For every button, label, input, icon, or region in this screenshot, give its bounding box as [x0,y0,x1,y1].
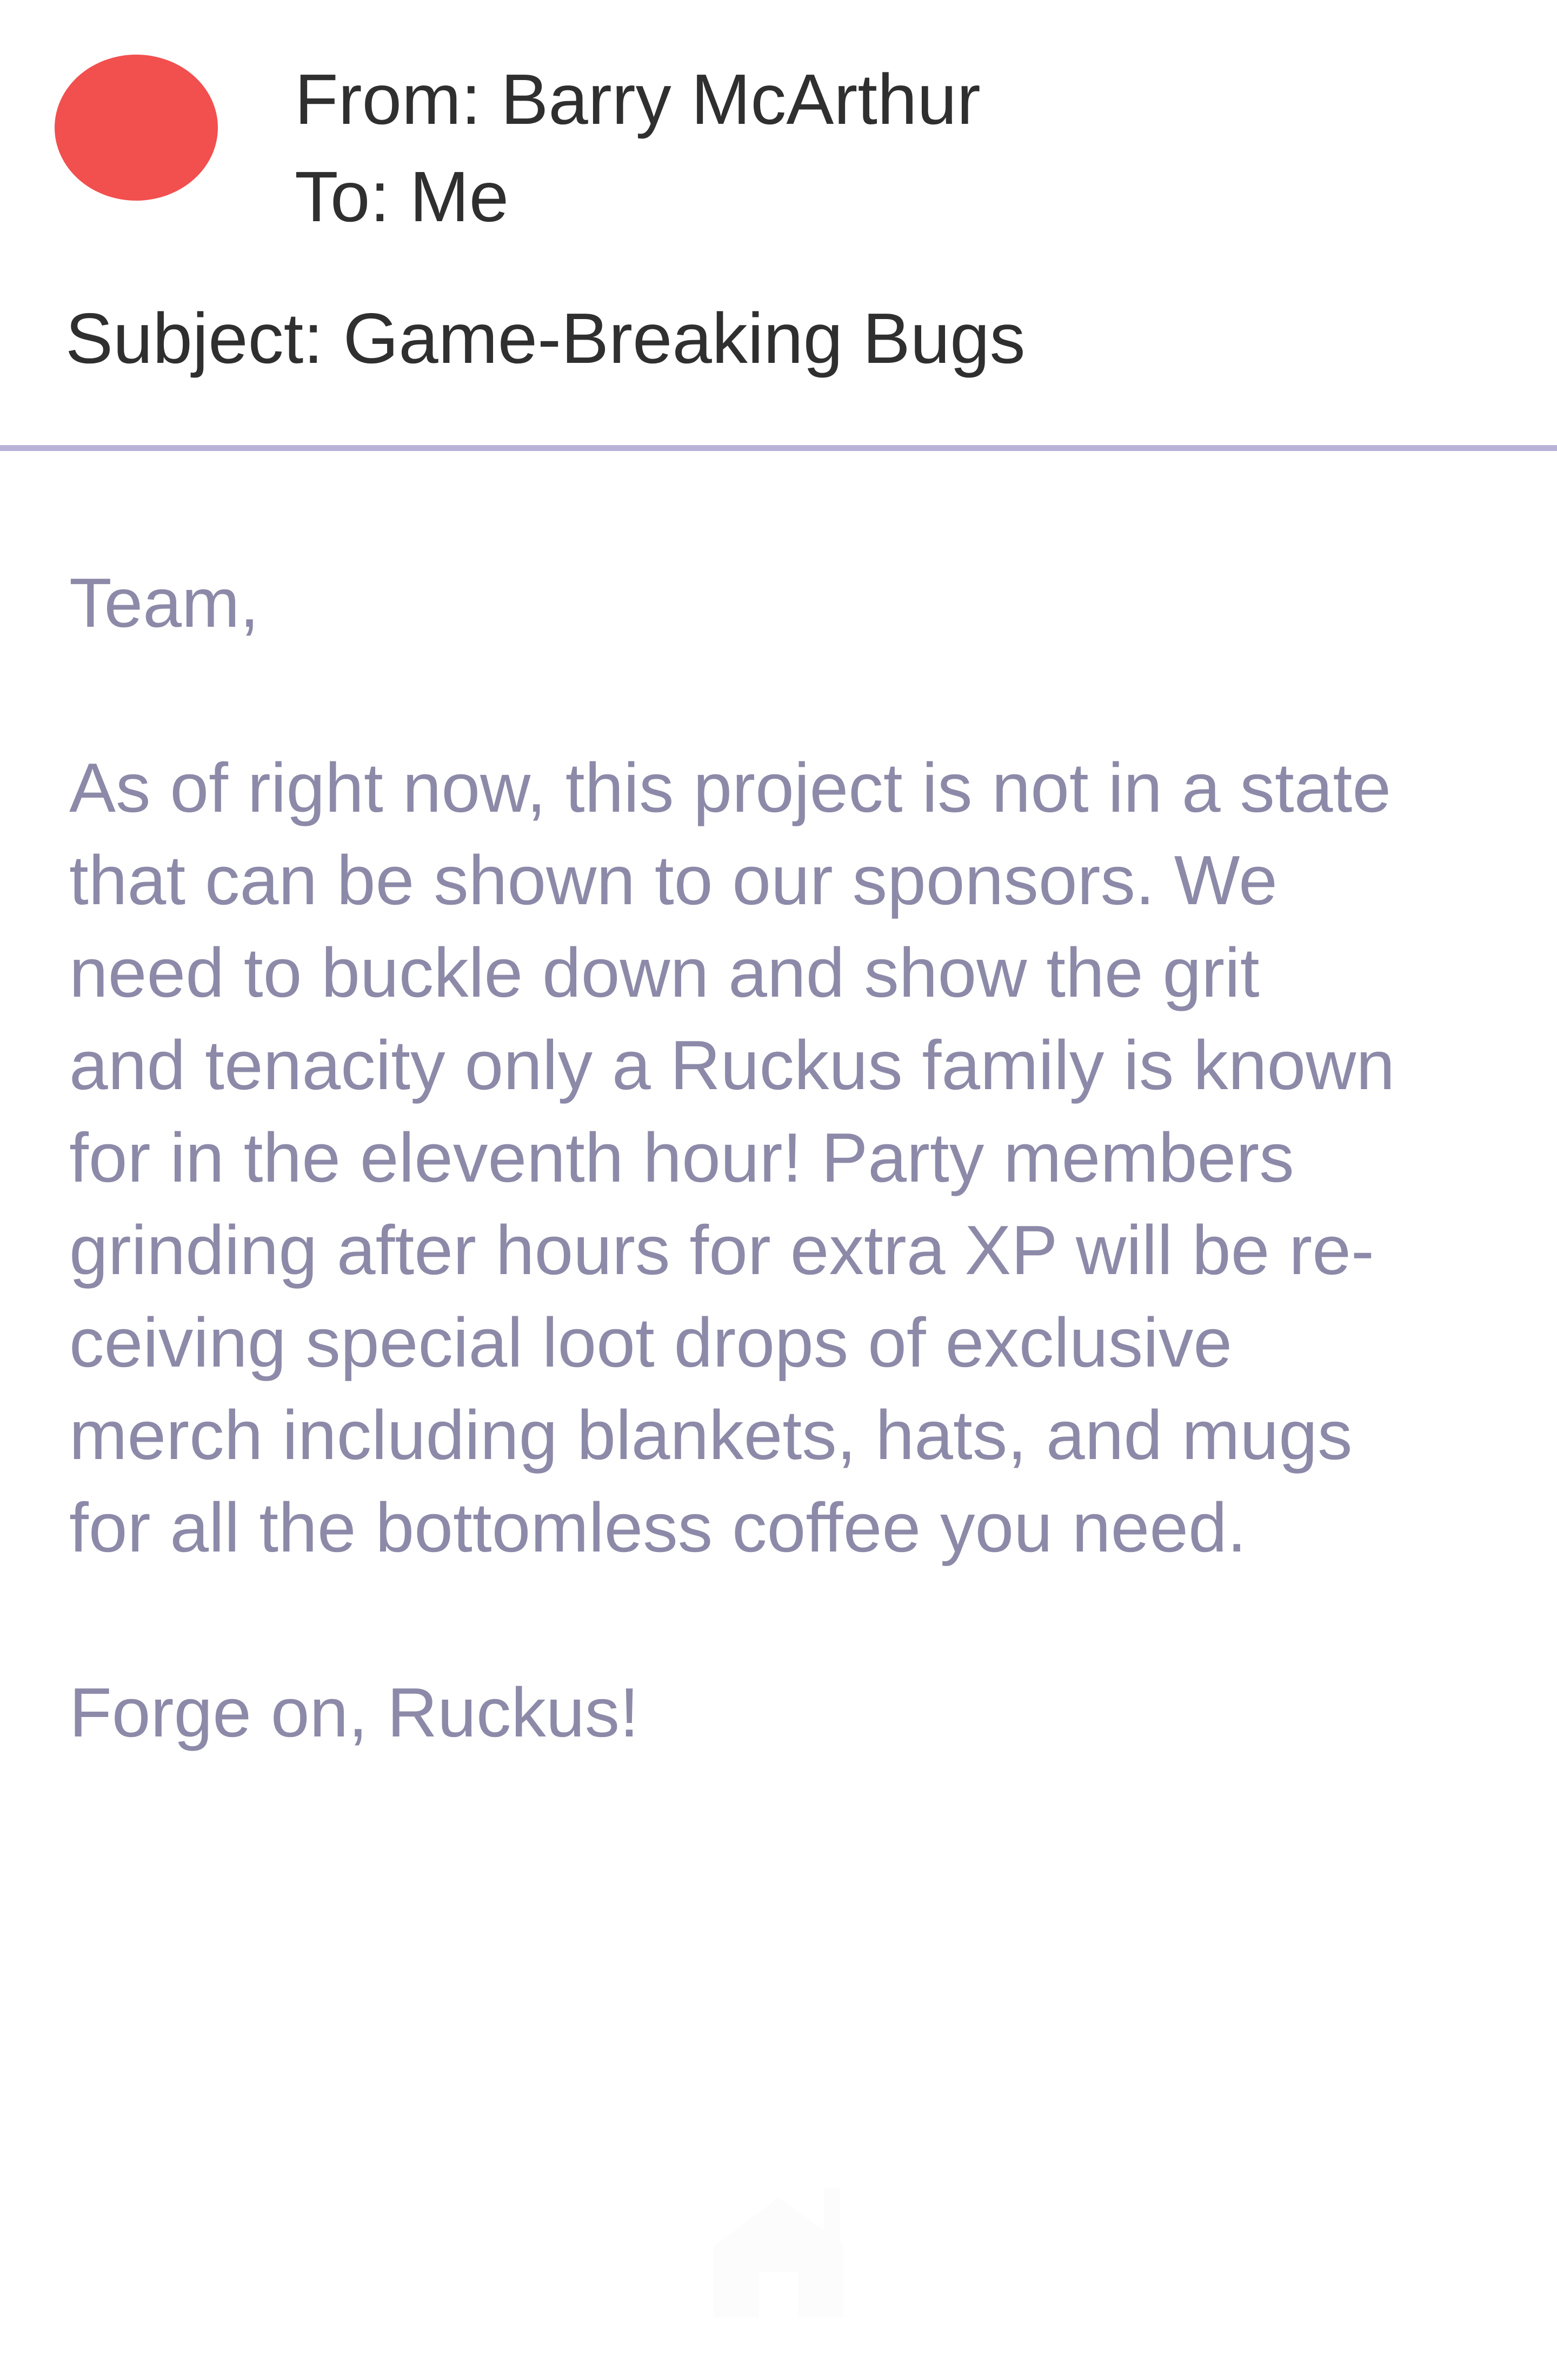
from-line: From: Barry McArthur [295,59,981,139]
body-line: As of right now, this project is not in … [69,749,1392,827]
body-line: need to buckle down and show the grit [69,934,1260,1012]
house-logo-icon [714,2188,843,2318]
email-paragraph: As of right now, this project is not in … [69,742,1496,1574]
body-line: merch including blankets, hats, and mugs [69,1396,1353,1474]
email-signoff: Forge on, Ruckus! [69,1674,639,1752]
sender-avatar[interactable] [55,55,218,201]
body-line: grinding after hours for extra XP will b… [69,1211,1374,1289]
body-line: for in the eleventh hour! Party members [69,1119,1294,1197]
header-divider [0,445,1557,451]
body-line: and tenacity only a Ruckus family is kno… [69,1026,1395,1104]
body-line: for all the bottomless coffee you need. [69,1489,1247,1567]
to-line: To: Me [295,157,509,236]
house-logo-shape [714,2188,843,2318]
body-line: ceiving special loot drops of exclusive [69,1304,1233,1382]
email-greeting: Team, [69,564,260,642]
subject-line: Subject: Game-Breaking Bugs [65,299,1026,378]
email-header: From: Barry McArthur To: Me Subject: Gam… [0,0,1557,448]
email-body: Team, As of right now, this project is n… [69,557,1496,1759]
body-line: that can be shown to our sponsors. We [69,841,1277,919]
